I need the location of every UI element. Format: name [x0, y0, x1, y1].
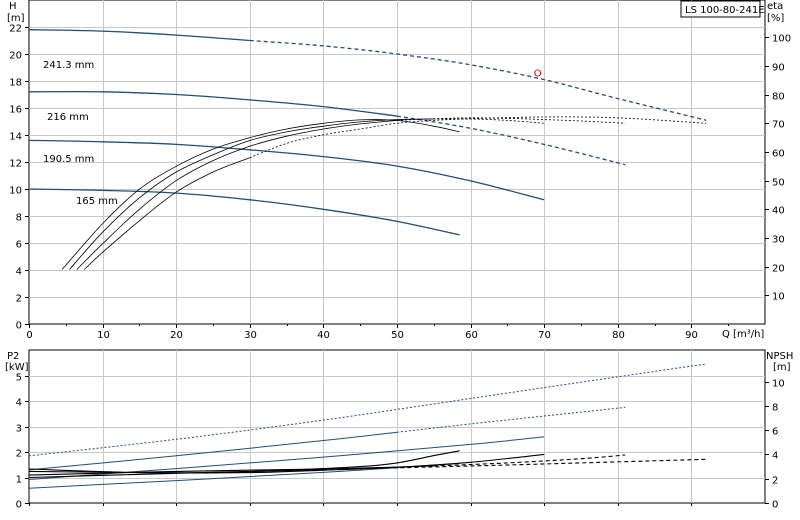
x-tick-label: 80	[612, 330, 625, 341]
eta-tick-label: 90	[772, 63, 785, 74]
npsh-tick-label: 6	[772, 427, 778, 438]
p2-tick-label: 4	[16, 398, 22, 409]
eta-axis-label: eta	[767, 1, 783, 12]
p2-tick-label: 5	[16, 373, 22, 384]
x-tick-label: 90	[685, 330, 698, 341]
npsh-tick-label: 0	[772, 500, 778, 511]
x-tick-label: 60	[465, 330, 478, 341]
p2-tick-label: 2	[16, 449, 22, 460]
p2-axis-unit: [kW]	[5, 362, 29, 373]
curve-label-190: 190.5 mm	[43, 154, 94, 165]
h-tick-label: 18	[9, 78, 22, 89]
p2-tick-label: 3	[16, 424, 22, 435]
x-tick-label: 40	[317, 330, 330, 341]
curve-label-165: 165 mm	[76, 196, 118, 207]
eta-tick-label: 70	[772, 120, 785, 131]
eta-axis-unit: [%]	[767, 13, 784, 24]
eta-tick-label: 40	[772, 206, 785, 217]
p2-tick-label: 1	[16, 475, 22, 486]
h-tick-label: 10	[9, 186, 22, 197]
eta-tick-label: 60	[772, 149, 785, 160]
h-axis-label: H	[9, 1, 17, 12]
x-tick-label: 70	[538, 330, 551, 341]
npsh-tick-label: 2	[772, 476, 778, 487]
npsh-axis-unit: [m]	[773, 362, 791, 373]
eta-tick-label: 10	[772, 292, 785, 303]
p2-axis-label: P2	[7, 351, 19, 362]
eta-tick-label: 80	[772, 92, 785, 103]
x-axis-label: Q [m³/h]	[722, 329, 764, 340]
h-tick-label: 2	[16, 294, 22, 305]
eta-tick-label: 20	[772, 264, 785, 275]
h-tick-label: 16	[9, 105, 22, 116]
p2-tick-label: 0	[16, 500, 22, 511]
npsh-tick-label: 8	[772, 403, 778, 414]
curve-label-216: 216 mm	[47, 112, 89, 123]
eta-tick-label: 100	[772, 34, 791, 45]
h-tick-label: 12	[9, 159, 22, 170]
operating-point-marker: O	[534, 68, 542, 79]
chart-title: LS 100-80-241E	[685, 5, 765, 16]
eta-tick-label: 50	[772, 178, 785, 189]
h-tick-label: 6	[16, 240, 22, 251]
h-tick-label: 20	[9, 51, 22, 62]
h-tick-label: 14	[9, 132, 22, 143]
pump-performance-chart: 0 10 20 30 40 50 60 70 80 90024681012141618202210…	[5, 0, 793, 511]
h-tick-label: 22	[9, 24, 22, 35]
x-tick-label: 30	[244, 330, 257, 341]
x-tick-label: 10	[97, 330, 110, 341]
h-tick-label: 8	[16, 213, 22, 224]
h-tick-label: 4	[16, 267, 22, 278]
h-axis-unit: [m]	[7, 13, 25, 24]
npsh-axis-label: NPSH	[766, 351, 793, 362]
eta-tick-label: 30	[772, 235, 785, 246]
x-tick-label: 50	[391, 330, 404, 341]
x-tick-label: 0	[26, 330, 32, 341]
x-tick-label: 20	[170, 330, 183, 341]
curve-label-241: 241.3 mm	[43, 60, 94, 71]
h-tick-label: 0	[16, 321, 22, 332]
npsh-tick-label: 4	[772, 451, 778, 462]
npsh-tick-label: 10	[772, 379, 785, 390]
